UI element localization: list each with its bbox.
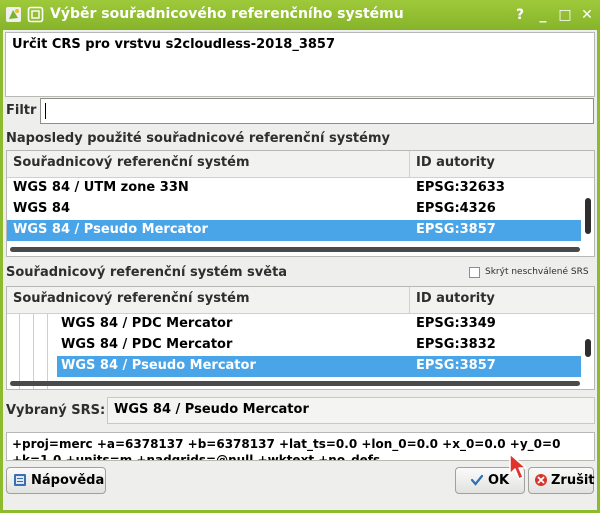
checkmark-icon <box>470 474 484 486</box>
tree-guide-line <box>33 314 34 389</box>
vertical-scrollbar[interactable] <box>585 198 591 234</box>
recent-crs-table: Souřadnicový referenční systém ID autori… <box>6 150 595 257</box>
ok-button-label: OK <box>488 473 510 488</box>
proj-definition-line-2: +k=1.0 +units=m +nadgrids=@null +wktext … <box>12 453 381 461</box>
maximize-button[interactable]: □ <box>555 5 575 25</box>
authority-id-cell: EPSG:3857 <box>416 222 496 237</box>
table-row[interactable]: WGS 84 EPSG:4326 <box>7 199 581 220</box>
column-divider <box>409 287 410 313</box>
dialog-body: Určit CRS pro vrstvu s2cloudless-2018_38… <box>3 30 597 510</box>
help-button-label: Nápověda <box>31 473 105 488</box>
selected-srs-label: Vybraný SRS: <box>6 403 106 418</box>
mouse-pointer-icon <box>509 453 527 480</box>
app-icon <box>6 7 21 22</box>
help-book-icon <box>14 474 26 486</box>
authority-id-cell: EPSG:32633 <box>416 180 505 195</box>
authority-id-cell: EPSG:3832 <box>416 337 496 352</box>
horizontal-scrollbar[interactable] <box>10 381 580 386</box>
column-header-crs[interactable]: Souřadnicový referenční systém <box>13 291 250 306</box>
filter-label: Filtr <box>6 103 37 118</box>
hide-deprecated-checkbox[interactable] <box>469 267 480 278</box>
filter-input[interactable] <box>40 98 594 124</box>
column-header-crs[interactable]: Souřadnicový referenční systém <box>13 155 250 170</box>
authority-id-cell: EPSG:3857 <box>416 358 496 373</box>
close-button[interactable]: ✕ <box>577 5 597 25</box>
selected-srs-value: WGS 84 / Pseudo Mercator <box>114 402 309 417</box>
tree-row[interactable]: WGS 84 / PDC Mercator EPSG:3832 <box>57 335 581 356</box>
title-bar[interactable]: Výběr souřadnicového referenčního systém… <box>0 0 600 30</box>
world-crs-label: Souřadnicový referenční systém světa <box>6 265 288 280</box>
table-row[interactable]: WGS 84 / UTM zone 33N EPSG:32633 <box>7 178 581 199</box>
world-table-header: Souřadnicový referenční systém ID autori… <box>7 287 594 314</box>
text-caret <box>45 103 46 119</box>
window-title: Výběr souřadnicového referenčního systém… <box>50 6 404 22</box>
authority-id-cell: EPSG:4326 <box>416 201 496 216</box>
crs-name-cell: WGS 84 / Pseudo Mercator <box>61 358 256 373</box>
recent-crs-label: Naposledy použité souřadnicové referenčn… <box>6 131 390 146</box>
column-header-authority-id[interactable]: ID autority <box>416 291 495 306</box>
horizontal-scrollbar[interactable] <box>10 247 580 252</box>
crs-dialog-window: Výběr souřadnicového referenčního systém… <box>0 0 600 513</box>
recent-table-header: Souřadnicový referenční systém ID autori… <box>7 151 594 178</box>
selected-srs-field: WGS 84 / Pseudo Mercator <box>107 397 595 424</box>
minimize-button[interactable]: _ <box>533 5 553 25</box>
world-crs-table: Souřadnicový referenční systém ID autori… <box>6 286 595 390</box>
window-menu-icon[interactable] <box>27 6 44 23</box>
help-title-button[interactable]: ? <box>510 5 530 25</box>
proj-definition-line-1: +proj=merc +a=6378137 +b=6378137 +lat_ts… <box>12 437 561 451</box>
table-row-selected[interactable]: WGS 84 / Pseudo Mercator EPSG:3857 <box>7 220 581 241</box>
crs-name-cell: WGS 84 <box>13 201 70 216</box>
layer-description-box: Určit CRS pro vrstvu s2cloudless-2018_38… <box>5 32 595 97</box>
help-button[interactable]: Nápověda <box>6 467 106 494</box>
cancel-icon <box>535 474 547 486</box>
authority-id-cell: EPSG:3349 <box>416 316 496 331</box>
hide-deprecated-label[interactable]: Skrýt neschválené SRS <box>485 267 589 277</box>
tree-guide-line <box>19 314 20 389</box>
crs-name-cell: WGS 84 / UTM zone 33N <box>13 180 189 195</box>
tree-guide-line <box>47 314 48 389</box>
crs-name-cell: WGS 84 / PDC Mercator <box>61 316 233 331</box>
crs-name-cell: WGS 84 / PDC Mercator <box>61 337 233 352</box>
cancel-button[interactable]: Zrušit <box>528 467 595 494</box>
column-header-authority-id[interactable]: ID autority <box>416 155 495 170</box>
crs-name-cell: WGS 84 / Pseudo Mercator <box>13 222 208 237</box>
tree-row[interactable]: WGS 84 / PDC Mercator EPSG:3349 <box>57 314 581 335</box>
tree-row-selected[interactable]: WGS 84 / Pseudo Mercator EPSG:3857 <box>57 356 581 377</box>
layer-description: Určit CRS pro vrstvu s2cloudless-2018_38… <box>12 37 336 52</box>
column-divider <box>409 151 410 177</box>
vertical-scrollbar[interactable] <box>585 339 591 357</box>
cancel-button-label: Zrušit <box>551 473 595 488</box>
